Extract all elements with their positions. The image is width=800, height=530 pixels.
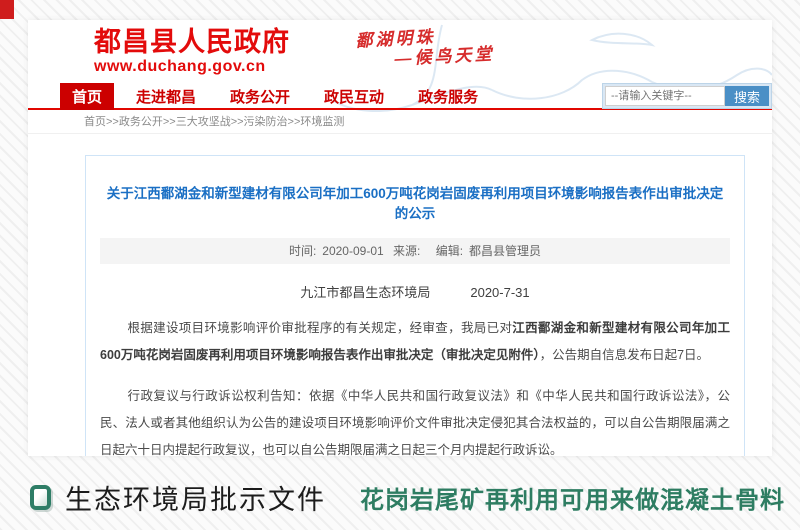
- site-url: www.duchang.gov.cn: [94, 58, 290, 76]
- nav-item-interaction[interactable]: 政民互动: [312, 83, 396, 110]
- site-header: 都昌县人民政府 www.duchang.gov.cn 鄱湖明珠 —候鸟天堂: [28, 20, 772, 84]
- nav-item-home[interactable]: 首页: [60, 83, 114, 110]
- caption-bar: 生态环境局批示文件 花岗岩尾矿再利用可用来做混凝土骨料: [30, 478, 790, 517]
- browser-page: 都昌县人民政府 www.duchang.gov.cn 鄱湖明珠 —候鸟天堂 首页…: [28, 20, 772, 456]
- agency-line: 九江市都昌生态环境局 2020-7-31: [100, 282, 730, 301]
- paragraph-rights: 行政复议与行政诉讼权利告知：依据《中华人民共和国行政复议法》和《中华人民共和国行…: [100, 383, 730, 456]
- article-meta: 时间: 2020-09-01 来源: 编辑: 都昌县管理员: [100, 238, 730, 264]
- corner-marker: [0, 0, 14, 19]
- caption-highlight: 花岗岩尾矿再利用可用来做混凝土骨料: [360, 480, 785, 515]
- meta-editor-label: 编辑:: [436, 244, 463, 258]
- article-title: 关于江西鄱湖金和新型建材有限公司年加工600万吨花岗岩固废再利用项目环境影响报告…: [100, 182, 730, 222]
- meta-time-value: 2020-09-01: [322, 244, 383, 258]
- agency-date: 2020-7-31: [470, 285, 529, 300]
- para1-suffix: ，公告期自信息发布日起7日。: [540, 348, 709, 362]
- nav-item-gov-open[interactable]: 政务公开: [218, 83, 302, 110]
- para1-prefix: 根据建设项目环境影响评价审批程序的有关规定，经审查，我局已对: [128, 321, 513, 335]
- nav-item-about[interactable]: 走进都昌: [124, 83, 208, 110]
- document-icon: [30, 485, 51, 510]
- site-slogan: 鄱湖明珠 —候鸟天堂: [355, 24, 495, 72]
- search-input[interactable]: [605, 86, 725, 106]
- search-button[interactable]: 搜索: [725, 86, 769, 106]
- site-name: 都昌县人民政府: [94, 28, 290, 58]
- nav-item-services[interactable]: 政务服务: [406, 83, 490, 110]
- meta-editor-value: 都昌县管理员: [469, 244, 541, 258]
- agency-name: 九江市都昌生态环境局: [300, 285, 430, 300]
- main-nav: 首页 走进都昌 政务公开 政民互动 政务服务 搜索: [28, 84, 772, 110]
- paragraph-approval: 根据建设项目环境影响评价审批程序的有关规定，经审查，我局已对江西鄱湖金和新型建材…: [100, 315, 730, 369]
- site-brand[interactable]: 都昌县人民政府 www.duchang.gov.cn: [94, 28, 290, 76]
- search-bar: 搜索: [602, 83, 772, 109]
- meta-time-label: 时间:: [289, 244, 316, 258]
- article-panel: 关于江西鄱湖金和新型建材有限公司年加工600万吨花岗岩固废再利用项目环境影响报告…: [85, 155, 745, 456]
- caption-label: 生态环境局批示文件: [65, 478, 326, 517]
- meta-source-label: 来源:: [393, 244, 420, 258]
